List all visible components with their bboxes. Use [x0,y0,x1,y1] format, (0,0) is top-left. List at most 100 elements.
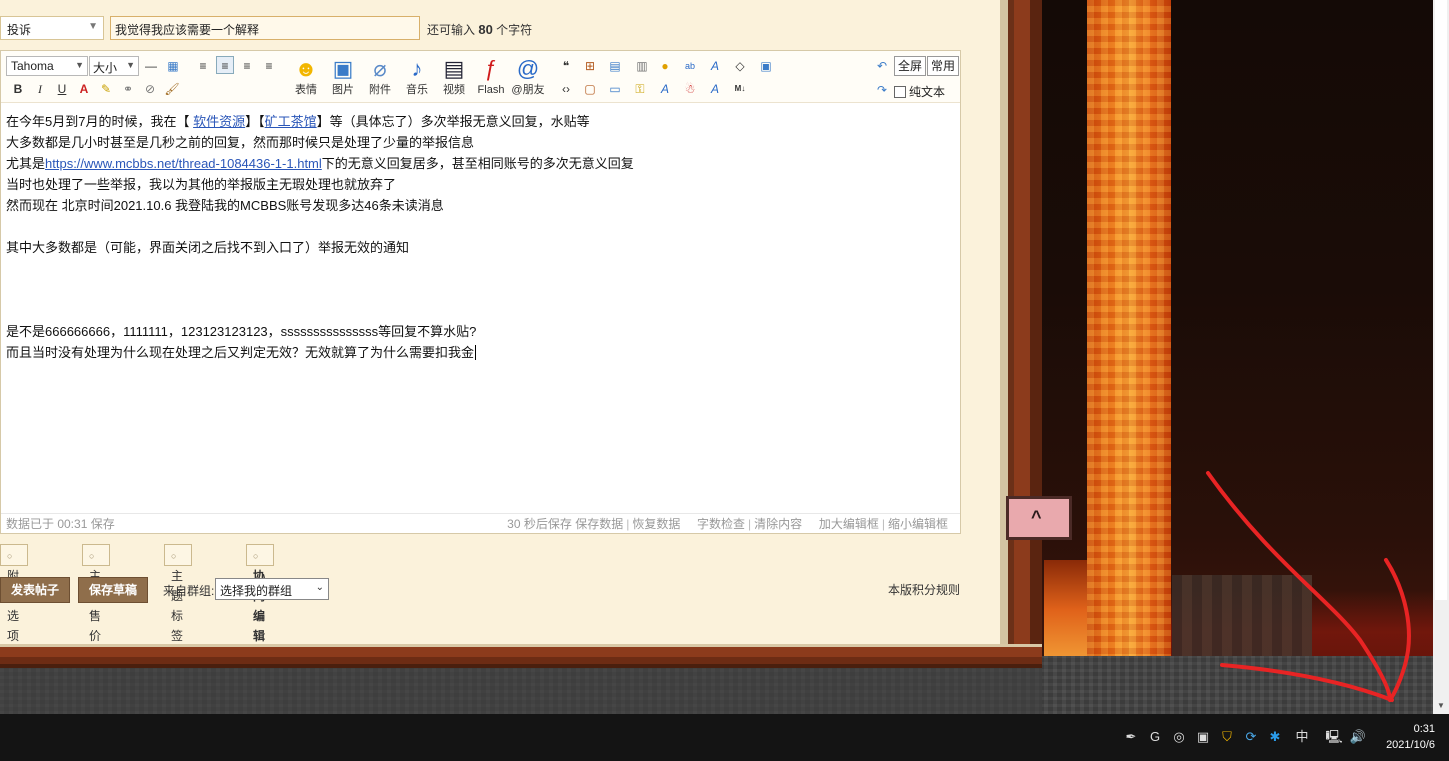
attachment-button[interactable]: ⌀ 附件 [361,55,399,99]
flash-button[interactable]: ƒ Flash [472,55,510,99]
underline-icon[interactable]: U [53,80,71,98]
sync-icon[interactable]: ⟳ [1242,728,1260,746]
thread-tags-button[interactable]: ○主题标签 [164,544,193,643]
bullet-icon: ○ [253,551,259,561]
page-icon[interactable]: ▣ [757,57,775,75]
align-center-icon[interactable]: ≡ [216,56,234,74]
wood-frame-right [1000,0,1042,668]
forum-link-teahouse[interactable]: 矿工茶馆 [265,114,317,129]
bold-icon[interactable]: B [9,80,27,98]
rock-block [1172,575,1312,660]
taskbar-clock[interactable]: 0:31 2021/10/6 [1386,721,1435,753]
markdown-icon[interactable]: M↓ [731,80,749,98]
steam-icon[interactable]: ◎ [1170,728,1188,746]
code-icon[interactable]: ‹› [557,80,575,98]
ruby-icon[interactable]: ab [681,57,699,75]
password-icon[interactable]: ⚿ [631,80,649,98]
subject-input[interactable]: 我觉得我应该需要一个解释 [110,16,420,40]
g-hub-icon[interactable]: G [1146,728,1164,746]
qq-icon[interactable]: ☃ [681,80,699,98]
shield-icon[interactable]: ⛉ [1218,728,1236,746]
extra-options-button[interactable]: ○附加选项 [0,544,29,643]
collab-edit-button[interactable]: ○协同编辑 [246,544,275,643]
chevron-down-icon: ▼ [126,60,135,70]
common-button[interactable]: 常用 [927,56,960,76]
text-segment: 】等（具体忘了）多次举报无意义回复，水贴等 [316,114,590,129]
image-label: 图片 [332,84,354,96]
text-segment: 在今年5月到7月的时候，我在【 [6,114,190,129]
scroll-down-icon[interactable]: ▼ [1433,698,1449,714]
app-icon[interactable]: ▣ [1194,728,1212,746]
publish-post-button[interactable]: 发表帖子 [0,577,71,603]
index-icon[interactable]: ▥ [633,57,651,75]
video-label: 视频 [443,84,465,96]
smiley-icon: ☻ [294,56,318,81]
feather-icon[interactable]: ✒ [1122,728,1140,746]
editor-content[interactable]: 在今年5月到7月的时候，我在【 软件资源】【矿工茶馆】等（具体忘了）多次举报无意… [6,111,956,363]
image-button[interactable]: ▣ 图片 [324,55,362,99]
emoji-button[interactable]: ☻ 表情 [287,55,325,99]
link-icon[interactable]: ⚭ [119,80,137,98]
paste-word-icon[interactable]: ▤ [606,57,624,75]
clear-content-link[interactable]: 清除内容 [754,517,802,531]
subscript-icon[interactable]: A [706,80,724,98]
save-draft-button[interactable]: 保存草稿 [78,577,149,603]
align-right-icon[interactable]: ≡ [238,57,256,75]
bullet-icon: ○ [171,551,177,561]
superscript-icon[interactable]: A [706,57,724,75]
thread-price-button[interactable]: ○主题售价 [82,544,111,643]
post-actions-row: 发表帖子 保存草稿 来自群组: 选择我的群组 ⌄ 本版积分规则 [0,577,1000,603]
flash-label: Flash [477,84,505,96]
music-button[interactable]: ♪ 音乐 [398,55,436,99]
ime-indicator[interactable]: 中 [1293,728,1311,746]
text-segment: 下的无意义回复居多，甚至相同账号的多次无意义回复 [321,156,634,171]
page-scrollbar[interactable]: ▼ [1433,0,1449,714]
lock-icon[interactable]: ▢ [581,80,599,98]
save-data-link[interactable]: 保存数据 [575,517,623,531]
chevron-down-icon: ▼ [75,60,84,70]
group-select[interactable]: 选择我的群组 ⌄ [215,578,329,600]
pig-flag-icon[interactable]: ^ [1006,496,1072,540]
points-rules-link[interactable]: 本版积分规则 [888,581,960,598]
table-icon[interactable]: ▦ [164,57,182,75]
clapperboard-icon: ▤ [443,56,465,81]
redo-icon[interactable]: ↷ [873,81,891,99]
font-family-select[interactable]: Tahoma ▼ [6,56,88,76]
word-check-link[interactable]: 字数检查 [697,517,745,531]
quote-icon[interactable]: ❝ [557,57,575,75]
undo-icon[interactable]: ↶ [873,57,891,75]
enlarge-editor-link[interactable]: 加大编辑框 [819,517,879,531]
plain-text-checkbox[interactable] [894,86,906,98]
font-size-select[interactable]: 大小 ▼ [89,56,139,76]
lava-column [1087,0,1171,660]
shrink-editor-link[interactable]: 缩小编辑框 [888,517,948,531]
star-icon[interactable]: ✱ [1266,728,1284,746]
highlight-icon[interactable]: ✎ [97,80,115,98]
fullscreen-button[interactable]: 全屏 [894,56,927,76]
mention-button[interactable]: @ @朋友 [509,55,547,99]
volume-icon[interactable]: 🔊 [1349,728,1367,746]
group-select-value: 选择我的群组 [220,584,293,598]
forum-link-software[interactable]: 软件资源 [193,114,245,129]
font-color-icon[interactable]: A [75,80,93,98]
video-button[interactable]: ▤ 视频 [435,55,473,99]
unlink-icon[interactable]: ⊘ [141,80,159,98]
align-justify-icon[interactable]: ≡ [260,57,278,75]
at-icon: @ [516,56,540,81]
horizontal-rule-icon[interactable]: — [142,57,160,75]
clear-format-icon[interactable]: ◇ [731,57,749,75]
emoji-label: 表情 [295,84,317,96]
italic-icon[interactable]: I [31,80,49,98]
format-brush-icon[interactable]: 🖌 [163,80,181,98]
scrollbar-thumb[interactable] [1435,0,1447,600]
page-break-icon[interactable]: ▭ [606,80,624,98]
background-icon[interactable]: ● [656,57,674,75]
network-icon[interactable]: 🖳 [1325,728,1343,746]
font-style-icon[interactable]: A [656,80,674,98]
align-left-icon[interactable]: ≡ [194,57,212,75]
plain-text-toggle[interactable]: 纯文本 [894,83,945,100]
restore-data-link[interactable]: 恢复数据 [632,517,680,531]
thread-link[interactable]: https://www.mcbbs.net/thread-1084436-1-1… [45,156,322,171]
free-icon[interactable]: ⊞ [581,57,599,75]
post-type-select[interactable]: 投诉 ▼ [0,16,104,40]
